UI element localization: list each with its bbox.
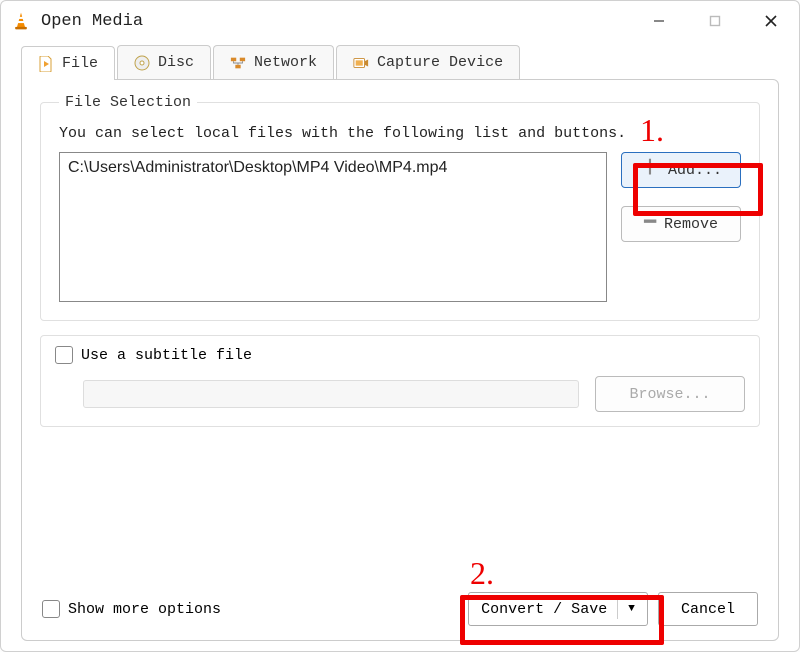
open-media-window: Open Media File — [0, 0, 800, 652]
subtitle-group: Use a subtitle file Browse... — [40, 335, 760, 427]
file-icon — [38, 56, 54, 72]
cancel-button[interactable]: Cancel — [658, 592, 758, 626]
tab-panel: File Selection You can select local file… — [21, 79, 779, 641]
file-side-buttons: ＋ Add... ━ Remove — [621, 152, 741, 242]
tab-network[interactable]: Network — [213, 45, 334, 79]
tab-capture-label: Capture Device — [377, 54, 503, 71]
subtitle-label: Use a subtitle file — [81, 347, 252, 364]
capture-icon — [353, 55, 369, 71]
tab-capture[interactable]: Capture Device — [336, 45, 520, 79]
file-selection-legend: File Selection — [59, 94, 197, 111]
cancel-label: Cancel — [681, 601, 735, 618]
remove-button[interactable]: ━ Remove — [621, 206, 741, 242]
file-row: C:\Users\Administrator\Desktop\MP4 Video… — [59, 152, 741, 302]
footer-bar: Show more options Convert / Save ▼ Cance… — [40, 586, 760, 632]
convert-save-button[interactable]: Convert / Save ▼ — [468, 592, 648, 626]
window-title: Open Media — [41, 12, 143, 31]
divider — [617, 599, 618, 619]
tab-disc-label: Disc — [158, 54, 194, 71]
list-item[interactable]: C:\Users\Administrator\Desktop\MP4 Video… — [68, 159, 598, 177]
close-button[interactable] — [743, 1, 799, 41]
tab-network-label: Network — [254, 54, 317, 71]
subtitle-checkbox[interactable] — [55, 346, 73, 364]
file-selection-help: You can select local files with the foll… — [59, 125, 741, 142]
network-icon — [230, 55, 246, 71]
subtitle-browse-row: Browse... — [55, 376, 745, 412]
file-selection-group: File Selection You can select local file… — [40, 94, 760, 321]
add-button[interactable]: ＋ Add... — [621, 152, 741, 188]
plus-icon: ＋ — [640, 160, 660, 180]
titlebar: Open Media — [1, 1, 799, 41]
vlc-cone-icon — [11, 11, 31, 31]
show-more-row[interactable]: Show more options — [42, 600, 221, 618]
minimize-button[interactable] — [631, 1, 687, 41]
subtitle-check-row[interactable]: Use a subtitle file — [55, 346, 745, 364]
remove-button-label: Remove — [664, 216, 718, 233]
subtitle-path-input[interactable] — [83, 380, 579, 408]
browse-button-label: Browse... — [629, 386, 710, 403]
add-button-label: Add... — [668, 162, 722, 179]
convert-save-label: Convert / Save — [481, 601, 607, 618]
disc-icon — [134, 55, 150, 71]
tab-disc[interactable]: Disc — [117, 45, 211, 79]
minus-icon: ━ — [644, 214, 656, 234]
tab-file[interactable]: File — [21, 46, 115, 80]
window-controls — [631, 1, 799, 41]
file-list[interactable]: C:\Users\Administrator\Desktop\MP4 Video… — [59, 152, 607, 302]
maximize-button[interactable] — [687, 1, 743, 41]
content-area: File Disc Network Capture Device — [1, 41, 799, 651]
chevron-down-icon[interactable]: ▼ — [628, 603, 635, 615]
browse-button[interactable]: Browse... — [595, 376, 745, 412]
tab-file-label: File — [62, 55, 98, 72]
show-more-checkbox[interactable] — [42, 600, 60, 618]
tabs: File Disc Network Capture Device — [21, 45, 779, 79]
show-more-label: Show more options — [68, 601, 221, 618]
